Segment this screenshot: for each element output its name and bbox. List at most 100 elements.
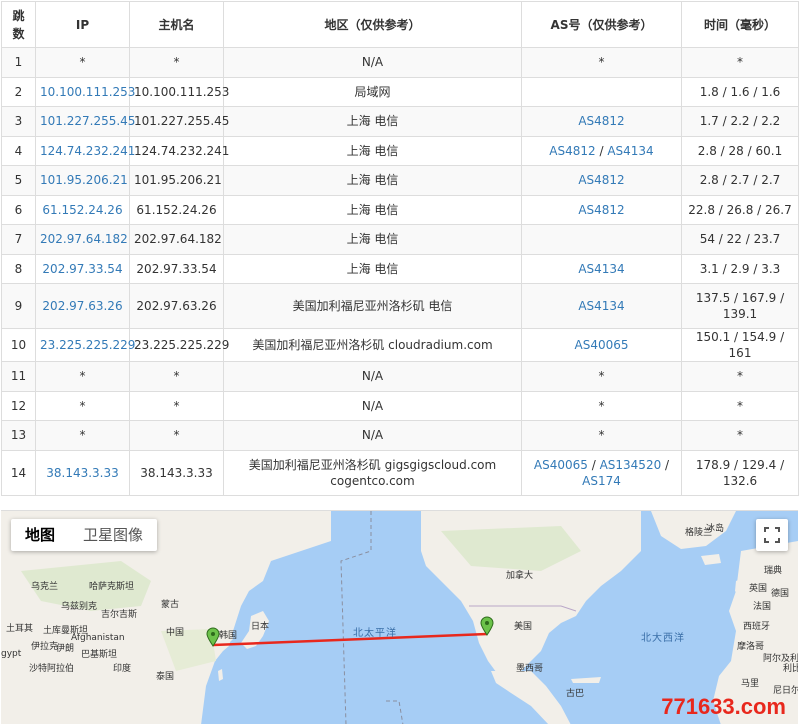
as-link[interactable]: AS4134	[578, 262, 624, 276]
table-row: 7 202.97.64.182 202.97.64.182 上海 电信 54 / 22 …	[1, 224, 799, 255]
cell-as: *	[521, 47, 682, 78]
cell-ip: *	[35, 47, 130, 78]
as-link[interactable]: AS4812	[549, 144, 595, 158]
as-link[interactable]: AS4812	[578, 203, 624, 217]
label-kazakhstan: 哈萨克斯坦	[89, 582, 135, 592]
table-row: 8 202.97.33.54 202.97.33.54 上海 电信 AS4134 3.1 …	[1, 253, 799, 284]
cell-time: *	[681, 420, 799, 451]
cell-ip[interactable]: 10.100.111.253	[35, 76, 135, 107]
cell-ip[interactable]: 202.97.64.182	[35, 224, 130, 255]
cell-as: *	[521, 390, 682, 421]
cell-as: AS4812 / AS4134	[521, 135, 682, 166]
cell-ip[interactable]: 23.225.225.229	[35, 328, 135, 362]
cell-hop: 11	[1, 361, 36, 392]
label-kyrgyz: 吉尔吉斯	[101, 610, 138, 620]
label-mexico: 墨西哥	[516, 664, 544, 674]
traceroute-table: 跳数 IP 主机名 地区（仅供参考） AS号（仅供参考） 时间（毫秒） 1 * * N…	[1, 1, 799, 496]
table-row: 10 23.225.225.229 23.225.225.229 美国加利福尼亚州洛杉…	[1, 328, 799, 362]
table-row: 3 101.227.255.45 101.227.255.45 上海 电信 AS4812…	[1, 106, 799, 137]
label-north-atlantic: 北大西洋	[641, 633, 685, 644]
start-pin-icon[interactable]	[206, 627, 220, 647]
tab-satellite[interactable]: 卫星图像	[69, 519, 157, 551]
cell-ip: *	[35, 361, 130, 392]
cell-ip[interactable]: 38.143.3.33	[35, 449, 130, 496]
cell-region: 上海 电信	[223, 165, 522, 196]
tab-map[interactable]: 地图	[11, 519, 69, 551]
cell-hostname: 23.225.225.229	[129, 328, 229, 362]
label-north-pacific: 北太平洋	[353, 628, 397, 639]
cell-hostname: *	[129, 390, 224, 421]
as-value: *	[598, 398, 605, 413]
as-link[interactable]: AS4134	[578, 299, 624, 313]
label-india: 印度	[113, 664, 132, 674]
cell-hostname: 101.227.255.45	[129, 106, 229, 137]
cell-region: 美国加利福尼亚州洛杉矶 电信	[223, 283, 522, 329]
as-link[interactable]: AS174	[582, 474, 621, 488]
as-link[interactable]: AS4134	[607, 144, 653, 158]
fullscreen-icon	[764, 527, 780, 543]
cell-region: N/A	[223, 361, 522, 392]
cell-time: 137.5 / 167.9 / 139.1	[681, 283, 799, 329]
cell-time: *	[681, 390, 799, 421]
cell-hostname: 202.97.63.26	[129, 283, 224, 329]
label-germany: 德国	[771, 589, 790, 599]
cell-hop: 8	[1, 253, 36, 284]
end-pin-icon[interactable]	[480, 616, 494, 636]
as-link[interactable]: AS4812	[578, 173, 624, 187]
table-row: 9 202.97.63.26 202.97.63.26 美国加利福尼亚州洛杉矶 电信 A…	[1, 283, 799, 329]
label-iceland: 冰岛	[706, 524, 725, 534]
label-uk: 英国	[749, 584, 768, 594]
cell-ip[interactable]: 101.95.206.21	[35, 165, 130, 196]
as-link[interactable]: AS4812	[578, 114, 624, 128]
cell-time: 1.7 / 2.2 / 2.2	[681, 106, 799, 137]
table-row: 4 124.74.232.241 124.74.232.241 上海 电信 AS4812…	[1, 135, 799, 166]
header-time: 时间（毫秒）	[681, 1, 799, 48]
cell-as: *	[521, 420, 682, 451]
label-morocco: 摩洛哥	[737, 642, 765, 652]
cell-time: 3.1 / 2.9 / 3.3	[681, 253, 799, 284]
as-separator: /	[661, 457, 670, 472]
as-separator: /	[595, 143, 608, 158]
cell-hop: 9	[1, 283, 36, 329]
cell-hop: 4	[1, 135, 36, 166]
cell-region: 上海 电信	[223, 106, 522, 137]
as-link[interactable]: AS40065	[575, 338, 629, 352]
cell-hop: 14	[1, 449, 36, 496]
label-sweden: 瑞典	[764, 566, 783, 576]
cell-as: *	[521, 361, 682, 392]
table-row: 5 101.95.206.21 101.95.206.21 上海 电信 AS4812 2.…	[1, 165, 799, 196]
label-france: 法国	[753, 602, 772, 612]
label-ukraine: 乌克兰	[31, 582, 59, 592]
label-egypt: gypt	[1, 649, 22, 659]
label-usa: 美国	[514, 622, 533, 632]
table-row: 12 * * N/A * *	[1, 390, 799, 421]
label-cuba: 古巴	[566, 689, 585, 699]
cell-ip[interactable]: 202.97.63.26	[35, 283, 130, 329]
cell-hostname: 38.143.3.33	[129, 449, 224, 496]
cell-hop: 5	[1, 165, 36, 196]
header-hostname: 主机名	[129, 1, 224, 48]
cell-hop: 2	[1, 76, 36, 107]
cell-region: 美国加利福尼亚州洛杉矶 gigsgigscloud.com cogentco.c…	[223, 449, 522, 496]
cell-time: 178.9 / 129.4 / 132.6	[681, 449, 799, 496]
as-link[interactable]: AS40065	[534, 458, 588, 472]
cell-region: 上海 电信	[223, 224, 522, 255]
as-link[interactable]: AS134520	[600, 458, 662, 472]
fullscreen-button[interactable]	[756, 519, 788, 551]
cell-ip[interactable]: 202.97.33.54	[35, 253, 130, 284]
cell-ip[interactable]: 101.227.255.45	[35, 106, 135, 137]
cell-ip[interactable]: 124.74.232.241	[35, 135, 135, 166]
cell-region: 局域网	[223, 76, 522, 107]
route-map[interactable]: 北太平洋 北大西洋 加拿大 美国 墨西哥 格陵兰 冰岛 英国 德国 法国 西班牙…	[1, 510, 798, 724]
as-separator: /	[587, 457, 600, 472]
header-ip: IP	[35, 1, 130, 48]
label-korea: 韩国	[219, 631, 238, 641]
cell-ip: *	[35, 390, 130, 421]
cell-ip[interactable]: 61.152.24.26	[35, 194, 130, 225]
cell-time: 1.8 / 1.6 / 1.6	[681, 76, 799, 107]
label-mali: 马里	[741, 679, 760, 689]
map-type-control: 地图 卫星图像	[11, 519, 158, 551]
cell-hostname: 202.97.64.182	[129, 224, 224, 255]
as-value: *	[598, 428, 605, 443]
label-spain: 西班牙	[743, 622, 771, 632]
